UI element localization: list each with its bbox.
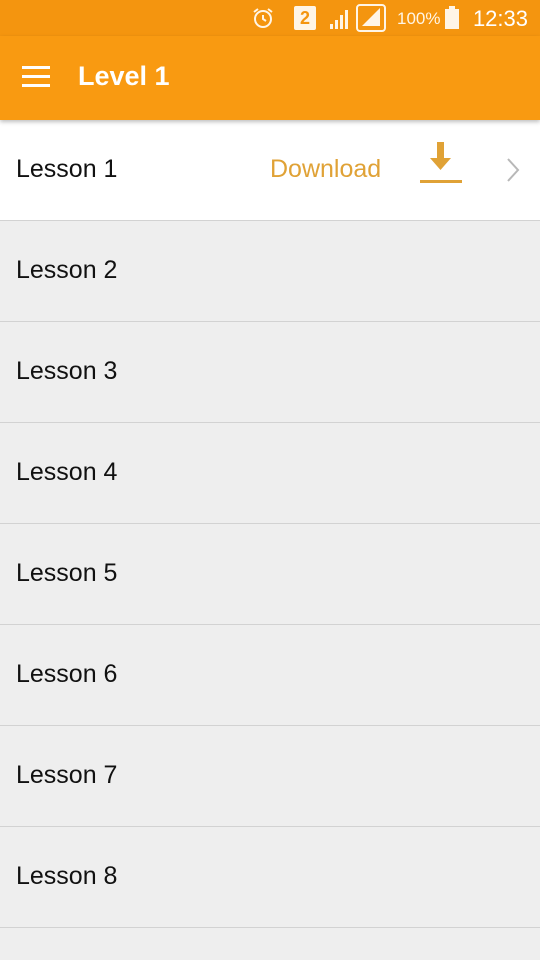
- battery-percent: 100%: [397, 9, 441, 28]
- sim-slot-label: 2: [299, 8, 310, 28]
- lesson-row-5[interactable]: Lesson 5: [0, 524, 540, 625]
- lesson-label: Lesson 6: [16, 660, 118, 688]
- sim-2-icon: 2: [294, 6, 316, 30]
- lesson-row-1[interactable]: Lesson 1 Download: [0, 120, 540, 221]
- status-clock: 12:33: [472, 6, 528, 31]
- lesson-row-6[interactable]: Lesson 6: [0, 625, 540, 726]
- download-icon[interactable]: [416, 140, 466, 188]
- lesson-label: Lesson 7: [16, 761, 118, 789]
- alarm-icon: [253, 8, 273, 28]
- menu-button[interactable]: [12, 56, 60, 100]
- lesson-label: Lesson 8: [16, 862, 118, 890]
- lesson-label: Lesson 1: [16, 155, 118, 183]
- no-sim-signal-icon: [356, 4, 386, 32]
- lesson-label: Lesson 4: [16, 458, 118, 486]
- lesson-label: Lesson 2: [16, 256, 118, 284]
- status-bar: 2 100% 12:33: [0, 0, 540, 36]
- lesson-row-8[interactable]: Lesson 8: [0, 827, 540, 928]
- page-title: Level 1: [78, 61, 170, 91]
- signal-icon: [330, 10, 348, 29]
- download-button[interactable]: Download: [270, 155, 381, 184]
- lesson-label: Lesson 3: [16, 357, 118, 385]
- lesson-list: Lesson 1 Download Lesson 2 Lesson 3 Less…: [0, 120, 540, 928]
- app-bar: Level 1: [0, 36, 540, 120]
- lesson-row-3[interactable]: Lesson 3: [0, 322, 540, 423]
- lesson-row-4[interactable]: Lesson 4: [0, 423, 540, 524]
- lesson-label: Lesson 5: [16, 559, 118, 587]
- battery-icon: [445, 6, 459, 29]
- lesson-row-7[interactable]: Lesson 7: [0, 726, 540, 827]
- lesson-row-2[interactable]: Lesson 2: [0, 221, 540, 322]
- chevron-right-icon[interactable]: [502, 156, 522, 184]
